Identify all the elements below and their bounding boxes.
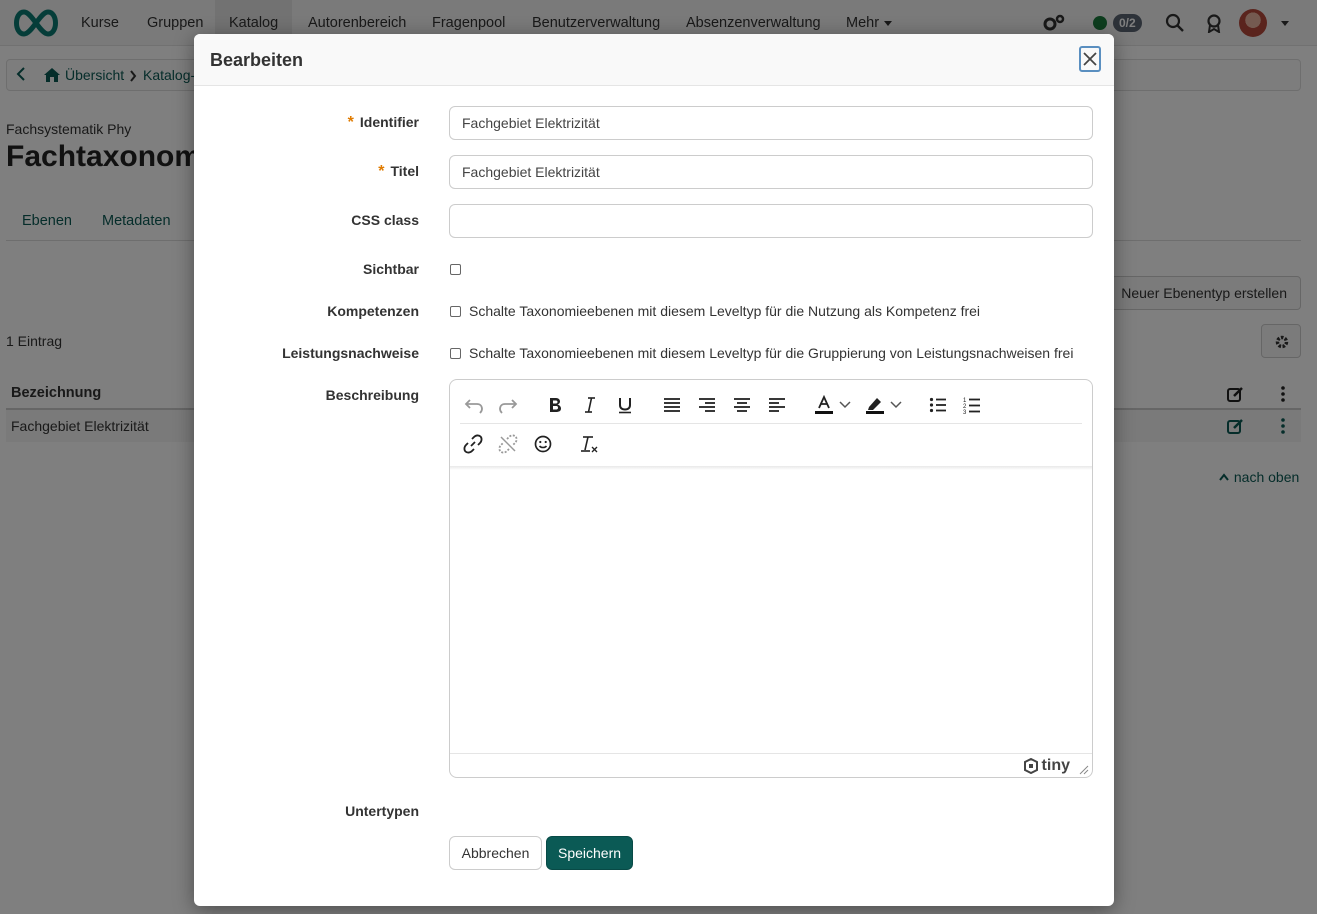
italic-icon[interactable] [578, 394, 602, 416]
titel-label: * Titel [378, 163, 419, 181]
tiny-brand-label: tiny [1041, 757, 1070, 774]
sichtbar-label: Sichtbar [362, 261, 419, 277]
editor-toolbar-row-2 [450, 425, 1092, 463]
identifier-input[interactable]: Fachgebiet Elektrizität [449, 106, 1093, 140]
css-class-label: CSS class [351, 212, 419, 228]
cancel-button[interactable]: Abbrechen [449, 836, 542, 870]
titel-label-text: Titel [390, 163, 419, 179]
identifier-label-text: Identifier [359, 114, 419, 130]
save-button[interactable]: Speichern [546, 836, 633, 870]
untertypen-label: Untertypen [345, 803, 419, 819]
link-icon[interactable] [461, 433, 485, 455]
emoji-icon[interactable] [531, 433, 555, 455]
leistungsnachweise-checkbox-label[interactable]: Schalte Taxonomieebenen mit diesem Level… [469, 345, 1073, 361]
underline-icon[interactable] [613, 394, 637, 416]
resize-handle-icon[interactable] [1079, 765, 1089, 775]
tiny-brand[interactable]: tiny [1023, 757, 1070, 775]
clear-formatting-icon[interactable] [578, 433, 602, 455]
bullet-list-icon[interactable] [926, 394, 950, 416]
kompetenzen-checkbox-label[interactable]: Schalte Taxonomieebenen mit diesem Level… [469, 303, 980, 319]
editor-toolbar-row-1: 123 [460, 386, 1082, 424]
editor-content-area[interactable] [450, 470, 1092, 753]
required-asterisk-icon: * [347, 114, 354, 131]
identifier-label: * Identifier [348, 114, 419, 132]
close-button[interactable] [1079, 46, 1101, 72]
edit-dialog: Bearbeiten * Identifier Fachgebiet Elektr… [194, 34, 1114, 906]
align-justify-icon[interactable] [660, 394, 684, 416]
beschreibung-label: Beschreibung [325, 387, 419, 403]
numbered-list-icon[interactable]: 123 [960, 394, 984, 416]
css-class-input[interactable] [449, 204, 1093, 238]
text-color-icon[interactable] [812, 394, 836, 416]
tiny-logo-icon [1023, 758, 1038, 774]
bold-icon[interactable] [543, 394, 567, 416]
titel-input[interactable]: Fachgebiet Elektrizität [449, 155, 1093, 189]
dialog-header: Bearbeiten [194, 34, 1114, 86]
close-icon [1083, 52, 1097, 66]
align-right-icon[interactable] [695, 394, 719, 416]
unlink-icon[interactable] [496, 433, 520, 455]
redo-icon[interactable] [496, 394, 520, 416]
svg-text:3: 3 [963, 410, 967, 414]
leistungsnachweise-checkbox[interactable] [450, 348, 461, 359]
chevron-down-icon[interactable] [889, 394, 903, 416]
kompetenzen-label: Kompetenzen [327, 303, 419, 319]
align-left-icon[interactable] [765, 394, 789, 416]
editor-statusbar: tiny [450, 753, 1092, 777]
chevron-down-icon[interactable] [838, 394, 852, 416]
kompetenzen-checkbox[interactable] [450, 306, 461, 317]
highlight-color-icon[interactable] [863, 394, 887, 416]
undo-icon[interactable] [462, 394, 486, 416]
align-center-icon[interactable] [730, 394, 754, 416]
rich-text-editor: 123 tiny [449, 379, 1093, 778]
sichtbar-checkbox[interactable] [450, 264, 461, 275]
dialog-title: Bearbeiten [210, 50, 304, 70]
leistungsnachweise-label: Leistungsnachweise [282, 345, 419, 361]
required-asterisk-icon: * [378, 163, 385, 180]
